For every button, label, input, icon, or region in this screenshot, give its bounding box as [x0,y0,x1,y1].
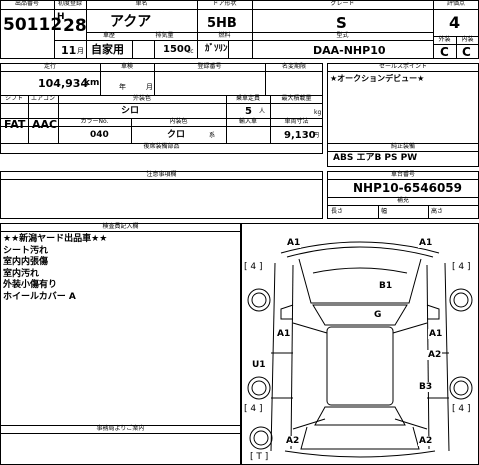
interior-grade: C [462,45,471,59]
inspector-label: 検査員記入欄 [102,223,139,230]
interior-color-label: 内装色 [169,118,188,125]
standard-equipment: ABS エアB PS PW [333,153,418,163]
mileage-label: 走行 [43,63,56,70]
import-unit: 系 [209,132,216,139]
selling-point: ★オークションデビュー★ [330,74,425,83]
displacement-unit: cc [187,48,194,55]
damage-mark: U1 [251,360,267,370]
capacity-unit: kg [314,109,322,116]
selling-point-label: セールスポイント [378,63,427,70]
dimensions-unit: 円 [313,132,320,139]
grade-label: グレード [330,0,355,7]
aircon: AAC [32,118,58,131]
month-unit: 月 [77,47,84,55]
aircon-label: エアコン [30,95,55,102]
damage-mark: B1 [378,281,394,291]
damage-mark: A1 [276,329,292,339]
door-label: ドア形状 [212,0,237,7]
exterior-color: シロ [121,106,140,116]
dimensions-label: 車両寸法 [284,118,309,125]
inspector-line: 室内内張傷 [3,257,49,267]
inspection-year-unit: 年 [119,83,126,91]
chassis-label: 車台番号 [390,171,415,178]
chassis-number: NHP10-6546059 [353,181,463,195]
seats: 5 [245,106,252,117]
damage-mark: G [373,310,383,320]
auction-sheet: 出品番号 50112 初度登録 H 28 11 月 車名 アクア 車歴 自家用 … [0,0,479,465]
exterior-grade: C [440,45,449,59]
registration-year: 28 [63,16,87,36]
name-change-label: 名変期限 [281,63,306,70]
tyre-tread-rear-right: [ 4 ] [452,404,471,414]
grade: S [336,14,347,32]
car-name-label: 車名 [135,0,148,7]
tyre-tread-front-left: [ 4 ] [244,262,263,272]
inspection-label: 車検 [120,63,133,70]
model-code: DAA-NHP10 [313,44,386,57]
fuel-label: 燃料 [218,32,231,39]
fuel: ｶﾞｿﾘﾝ [205,44,228,54]
registration-month: 11 [61,44,77,57]
plate-label: 登録番号 [197,63,222,70]
use-label: 車歴 [102,32,115,39]
width-label: 幅 [381,208,388,215]
notes-label: 注意事項欄 [146,171,177,178]
mileage: 104,934 [38,77,89,90]
damage-mark: B3 [418,382,434,392]
damage-mark: A2 [285,436,301,446]
standard-equipment-label: 純正装備 [390,143,415,150]
color-number: 040 [90,130,109,140]
lot-number: 50112 [3,15,63,35]
inspector-line: シート汚れ [3,245,49,256]
supplement-label: 補充 [396,197,409,204]
damage-mark: A1 [428,329,444,339]
interior-label: 内装 [461,36,474,43]
inspector-line: 外装小傷有り [3,280,58,290]
shift-label: シフト [4,95,23,102]
inspector-notes: ★★新潟ヤード出品車★★ シート汚れ 室内内張傷 室内汚れ 外装小傷有り ホイー… [3,234,107,303]
tyre-tread-rear-left: [ 4 ] [244,404,263,414]
inspector-line: 室内汚れ [3,268,40,279]
first-registration-label: 初度登録 [57,0,82,7]
dimensions: 9,130 [284,130,316,141]
inspection-month-unit: 月 [146,83,153,91]
damage-mark: A1 [418,238,434,248]
height-label: 高さ [431,208,444,215]
use-type: 自家用 [91,43,124,56]
seats-label: 乗車定員 [235,95,260,102]
office-notice-label: 事務局よりご案内 [96,425,145,432]
length-label: 長さ [331,208,344,215]
car-diagram [247,241,473,458]
capacity-label: 最大積載量 [281,95,312,102]
displacement-label: 排気量 [155,32,174,39]
model-label: 型式 [336,32,349,39]
interior-color: クロ [167,130,186,140]
seats-unit: 人 [259,108,266,115]
exterior-label: 外装 [438,36,451,43]
color-number-label: カラーNo. [80,118,109,125]
damage-mark: A2 [418,436,434,446]
inspector-line: ★★新潟ヤード出品車★★ [3,234,108,244]
mileage-unit: km [84,78,100,88]
shift: FAT [4,118,26,131]
inspector-line: ホイールカバー A [3,291,76,302]
damage-mark: A2 [427,350,443,360]
score-label: 評価点 [446,0,465,7]
overall-score: 4 [449,13,461,32]
exterior-color-label: 外装色 [132,95,151,102]
car-name: アクア [110,14,152,30]
rear-equipment-label: 後席装備部品 [143,143,180,150]
damage-mark: A1 [286,238,302,248]
import-label: 輸入車 [238,118,257,125]
lot-number-label: 出品番号 [14,0,39,7]
tyre-tread-spare: [ T ] [250,452,269,462]
door-type: 5HB [207,16,237,31]
tyre-tread-front-right: [ 4 ] [452,262,471,272]
